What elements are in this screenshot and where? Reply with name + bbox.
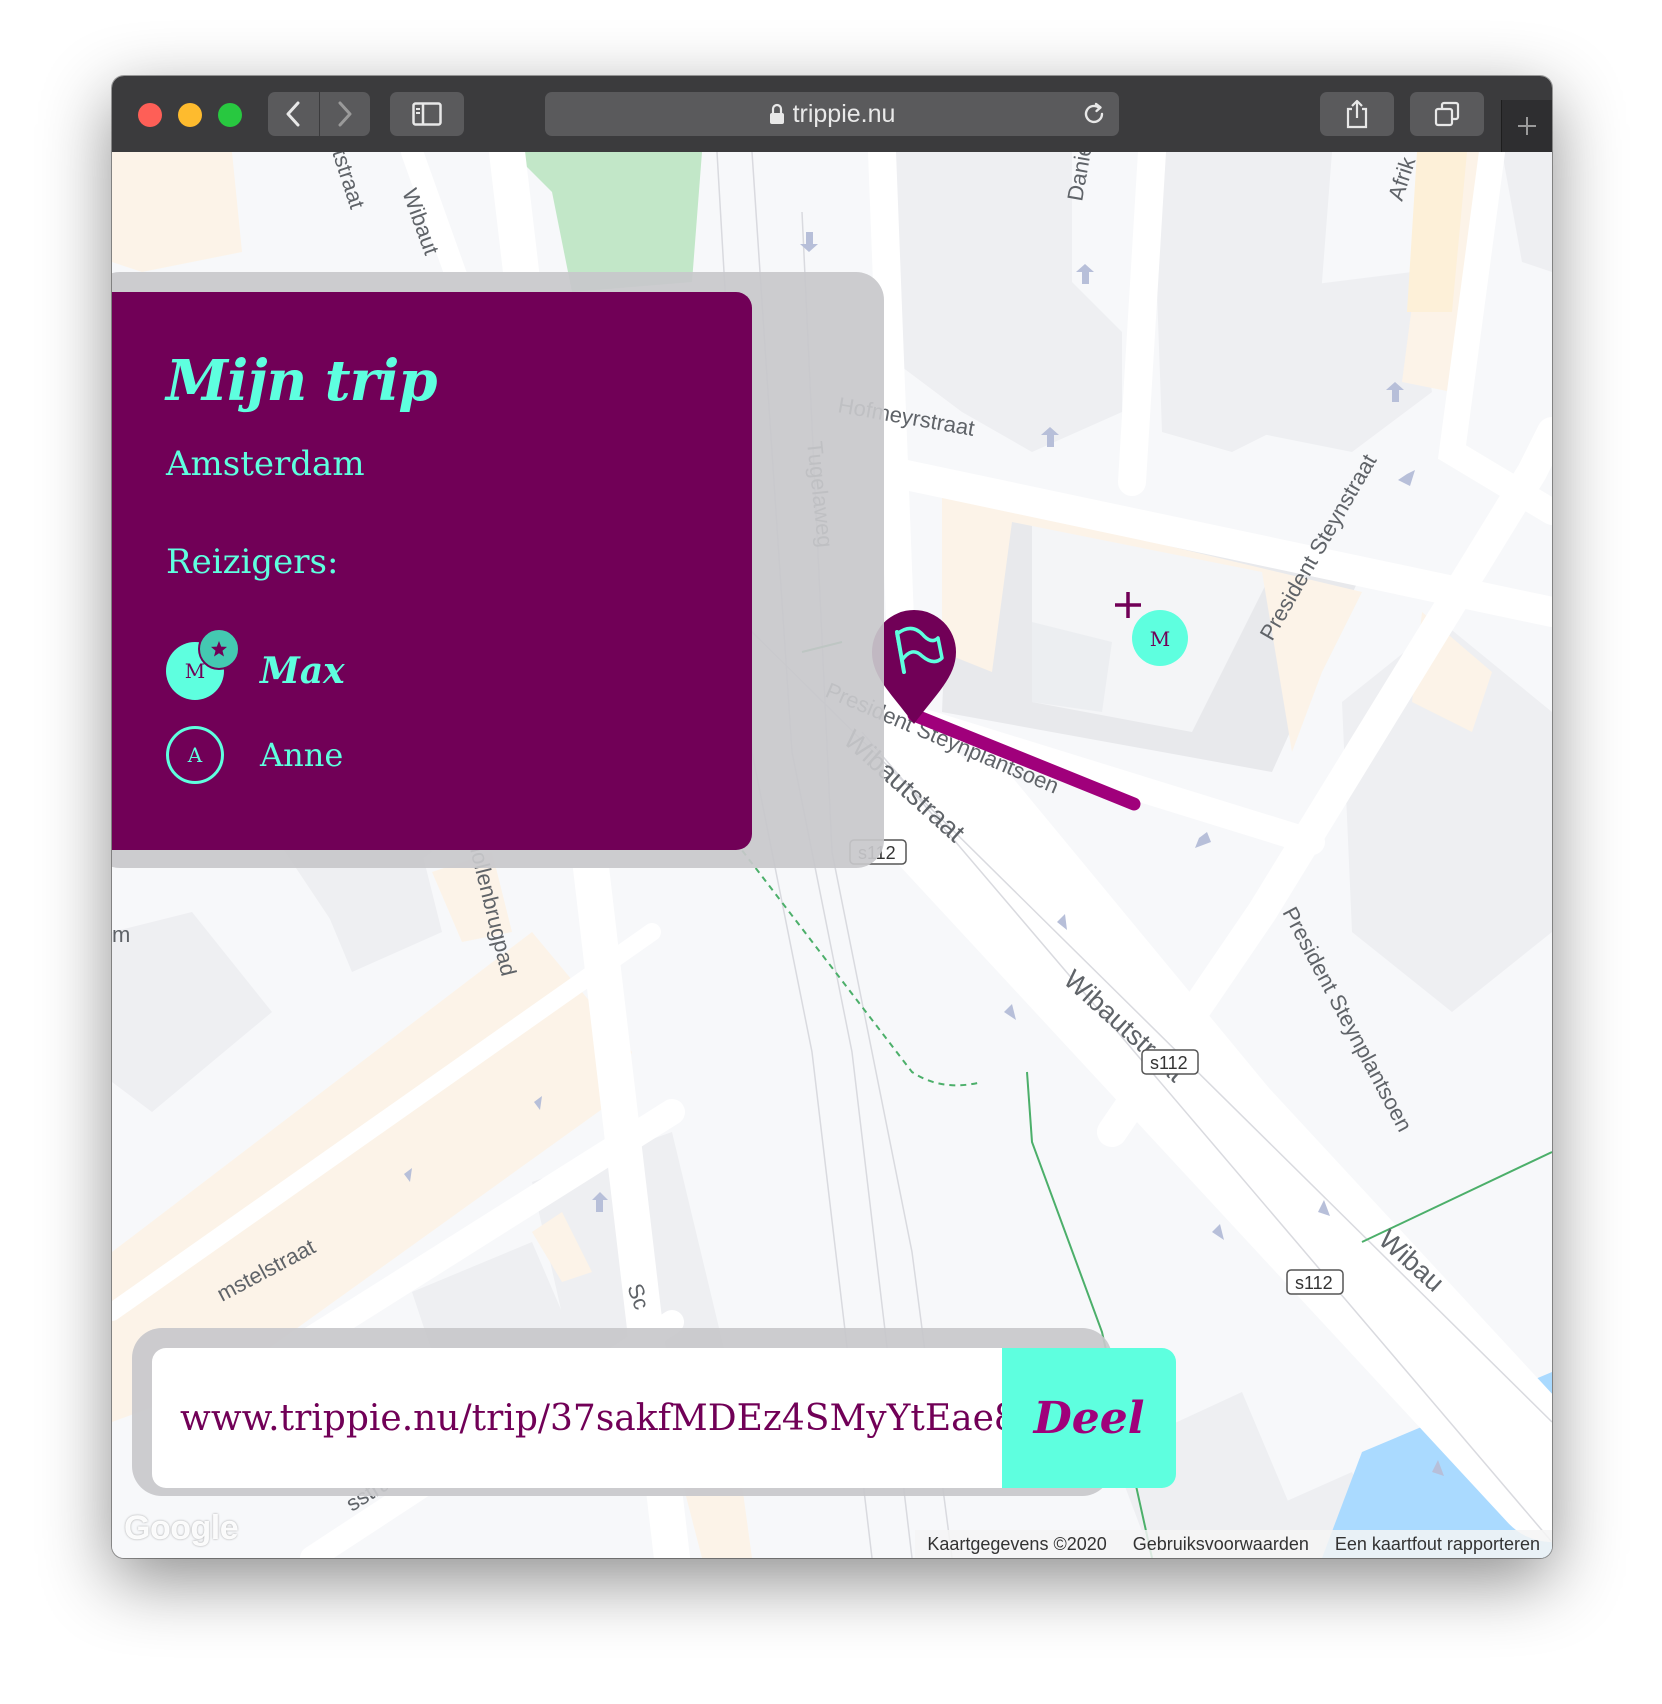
show-tabs-button[interactable]	[1410, 92, 1484, 136]
avatar: M	[166, 628, 240, 700]
avatar-initial: A	[187, 743, 203, 767]
close-window-button[interactable]	[138, 103, 162, 127]
avatar: A	[166, 726, 224, 784]
terms-link[interactable]: Gebruiksvoorwaarden	[1133, 1534, 1309, 1555]
map-attribution: Kaartgegevens ©2020 Gebruiksvoorwaarden …	[915, 1530, 1552, 1558]
share-page-button[interactable]	[1320, 92, 1394, 136]
minimize-window-button[interactable]	[178, 103, 202, 127]
address-bar[interactable]: trippie.nu	[545, 92, 1119, 136]
svg-text:M: M	[1150, 627, 1170, 651]
chevron-left-icon	[286, 101, 300, 127]
user-location-marker[interactable]: M	[1132, 610, 1188, 666]
share-link-field[interactable]: www.trippie.nu/trip/37sakfMDEz4SMyYtEae8…	[152, 1348, 1063, 1488]
google-logo: Google	[124, 1509, 239, 1547]
travellers-heading: Reizigers:	[166, 542, 339, 582]
trip-card: Mijn trip Amsterdam Reizigers: M Max A A…	[112, 292, 752, 850]
traveller-item-max[interactable]: M Max	[166, 628, 345, 702]
lock-icon	[769, 103, 784, 124]
trip-city: Amsterdam	[166, 444, 365, 484]
share-button[interactable]: Deel	[1002, 1348, 1176, 1488]
browser-toolbar: trippie.nu	[112, 76, 1552, 153]
forward-button[interactable]	[319, 92, 370, 136]
chevron-right-icon	[338, 101, 352, 127]
back-button[interactable]	[268, 92, 319, 136]
new-tab-button[interactable]	[1501, 100, 1552, 152]
history-navigation	[268, 92, 370, 136]
sidebar-icon	[412, 102, 442, 126]
traveller-name: Anne	[260, 736, 344, 774]
address-url: trippie.nu	[792, 99, 896, 128]
trip-title: Mijn trip	[166, 348, 438, 414]
traveller-name: Max	[260, 650, 345, 692]
traveller-item-anne[interactable]: A Anne	[166, 724, 343, 786]
owner-star-icon	[198, 628, 240, 670]
tabs-icon	[1434, 101, 1460, 127]
zoom-window-button[interactable]	[218, 103, 242, 127]
sidebar-button[interactable]	[390, 92, 464, 136]
plus-icon	[1518, 117, 1536, 135]
share-link-text: www.trippie.nu/trip/37sakfMDEz4SMyYtEae8…	[180, 1397, 1063, 1439]
report-map-error-link[interactable]: Een kaartfout rapporteren	[1335, 1534, 1540, 1555]
svg-text:s112: s112	[1150, 1053, 1188, 1073]
share-icon	[1346, 99, 1368, 129]
browser-window: trippie.nu tstraat Wibaut Hofmeyrstraat …	[112, 76, 1552, 1558]
svg-text:s112: s112	[1295, 1273, 1333, 1293]
map-data-credit: Kaartgegevens ©2020	[927, 1533, 1107, 1554]
reload-icon[interactable]	[1081, 101, 1107, 127]
svg-text:m: m	[112, 922, 130, 947]
